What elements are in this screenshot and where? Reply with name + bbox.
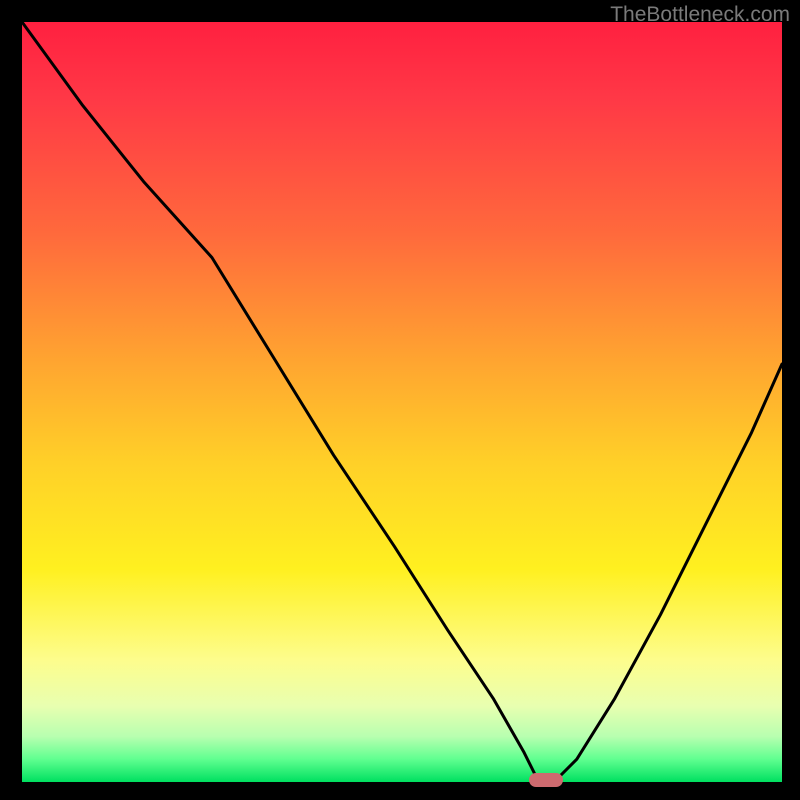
watermark-text: TheBottleneck.com [610,3,790,27]
bottleneck-curve [22,22,782,782]
chart-frame: TheBottleneck.com [0,0,800,800]
optimal-marker [529,773,563,787]
plot-area [22,22,782,782]
